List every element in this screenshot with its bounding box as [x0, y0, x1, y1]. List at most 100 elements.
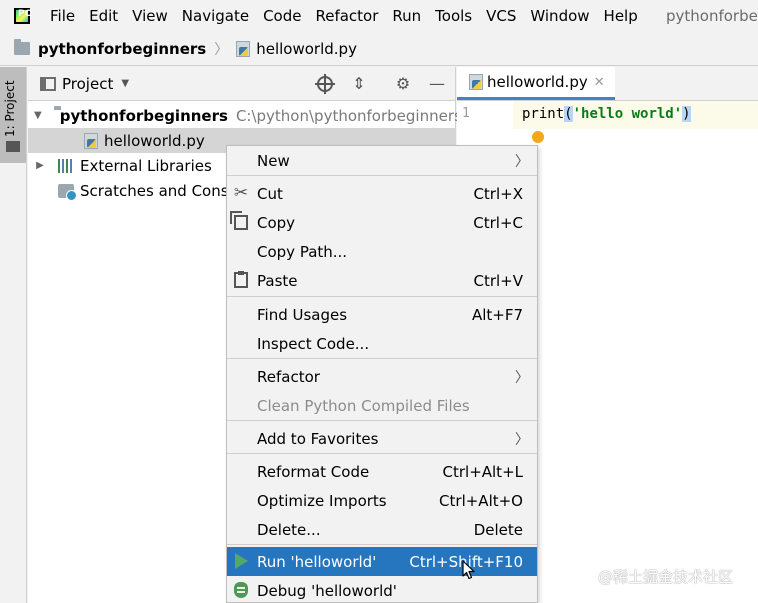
external-libraries-label: External Libraries — [80, 156, 212, 175]
python-file-icon — [236, 40, 251, 57]
panel-icon — [40, 76, 56, 91]
menu-separator — [227, 296, 537, 297]
scratches-icon — [58, 183, 77, 201]
context-menu: New 〉 ✂ Cut Ctrl+X Copy Ctrl+C Copy Path… — [226, 145, 538, 603]
left-tool-stripe: 1: Project — [0, 67, 27, 603]
editor-tab-bar: helloworld.py ✕ — [457, 67, 758, 101]
menu-item-new[interactable]: New 〉 — [227, 146, 537, 175]
folder-icon — [6, 141, 20, 152]
project-view-selector[interactable]: Project — [62, 75, 113, 93]
menu-item-label: Copy — [257, 213, 296, 232]
menu-item-label: Debug 'helloworld' — [257, 581, 397, 600]
bug-icon — [232, 581, 250, 599]
menu-run[interactable]: Run — [386, 7, 429, 25]
close-icon[interactable]: ✕ — [594, 75, 605, 90]
code-text[interactable]: print('hello world') — [522, 106, 691, 122]
chevron-right-icon: 〉 — [214, 41, 229, 58]
expand-arrow-icon[interactable]: ▼ — [34, 110, 42, 121]
locate-icon[interactable] — [315, 74, 335, 94]
menu-refactor[interactable]: Refactor — [309, 7, 386, 25]
submenu-arrow-icon: 〉 — [515, 431, 529, 448]
menu-separator — [227, 420, 537, 421]
menu-item-copy[interactable]: Copy Ctrl+C — [227, 208, 537, 237]
menu-item-inspect-code[interactable]: Inspect Code... — [227, 329, 537, 358]
scissors-icon: ✂ — [233, 183, 249, 203]
expand-arrow-icon[interactable]: ▶ — [34, 160, 46, 171]
code-string: 'hello world' — [572, 106, 683, 122]
menu-separator — [227, 453, 537, 454]
menu-item-shortcut: Ctrl+X — [473, 184, 523, 203]
menu-help[interactable]: Help — [598, 7, 646, 25]
tree-row-project-root[interactable]: ▼ pythonforbeginners C:\python\pythonfor… — [28, 103, 462, 128]
menu-item-label: Add to Favorites — [257, 429, 379, 448]
menu-item-shortcut: Alt+F7 — [471, 305, 523, 324]
editor-tab-helloworld[interactable]: helloworld.py ✕ — [457, 67, 615, 100]
pycharm-logo-icon: PC — [14, 8, 31, 24]
menu-navigate[interactable]: Navigate — [176, 7, 257, 25]
chevron-down-icon[interactable]: ▼ — [121, 78, 129, 89]
python-file-icon — [469, 74, 483, 90]
menu-bar: PC File Edit View Navigate Code Refactor… — [0, 0, 758, 32]
line-number: 1 — [462, 106, 470, 121]
project-root-name: pythonforbeginners — [59, 106, 228, 125]
menu-code[interactable]: Code — [257, 7, 309, 25]
menu-tools[interactable]: Tools — [429, 7, 480, 25]
menu-item-paste[interactable]: Paste Ctrl+V — [227, 266, 537, 295]
menu-item-debug[interactable]: Debug 'helloworld' — [227, 576, 537, 603]
clipboard-icon — [232, 271, 250, 289]
menu-file[interactable]: File — [44, 7, 83, 25]
menu-item-copy-path[interactable]: Copy Path... — [227, 237, 537, 266]
project-tool-tab[interactable]: 1: Project — [0, 67, 26, 163]
menu-item-label: Refactor — [257, 367, 320, 386]
window-title: pythonforbeginners — [666, 7, 758, 25]
menu-separator — [227, 175, 537, 176]
menu-item-clean-compiled: Clean Python Compiled Files — [227, 391, 537, 420]
project-panel-header: Project ▼ ⇕ ⚙ — — [28, 67, 455, 101]
menu-item-label: Copy Path... — [257, 242, 348, 261]
breadcrumb-project[interactable]: pythonforbeginners — [38, 40, 206, 58]
menu-item-cut[interactable]: ✂ Cut Ctrl+X — [227, 179, 537, 208]
play-icon — [232, 552, 250, 570]
menu-item-label: Find Usages — [257, 305, 348, 324]
hide-icon[interactable]: — — [428, 75, 446, 93]
project-tool-tab-label: 1: Project — [3, 80, 17, 137]
menu-item-label: New — [257, 151, 290, 170]
menu-item-shortcut: Ctrl+C — [473, 213, 523, 232]
menu-item-reformat-code[interactable]: Reformat Code Ctrl+Alt+L — [227, 457, 537, 486]
menu-item-label: Reformat Code — [257, 462, 370, 481]
menu-item-shortcut: Delete — [473, 520, 523, 539]
collapse-all-icon[interactable]: ⇕ — [350, 75, 368, 93]
libraries-icon — [58, 158, 74, 173]
menu-item-add-favorites[interactable]: Add to Favorites 〉 — [227, 424, 537, 453]
menu-item-refactor[interactable]: Refactor 〉 — [227, 362, 537, 391]
breadcrumb-file[interactable]: helloworld.py — [256, 40, 357, 58]
folder-icon — [14, 39, 30, 55]
menu-item-label: Paste — [257, 271, 298, 290]
menu-item-label: Run 'helloworld' — [257, 552, 377, 571]
menu-separator — [227, 544, 537, 545]
copy-icon — [230, 210, 250, 231]
menu-item-delete[interactable]: Delete... Delete — [227, 515, 537, 544]
navigation-bar: pythonforbeginners 〉 helloworld.py — [0, 32, 758, 66]
menu-item-label: Optimize Imports — [257, 491, 387, 510]
menu-edit[interactable]: Edit — [83, 7, 126, 25]
menu-vcs[interactable]: VCS — [480, 7, 524, 25]
menu-item-shortcut: Ctrl+Alt+O — [439, 491, 523, 510]
intention-bulb-icon[interactable] — [532, 131, 544, 143]
menu-item-shortcut: Ctrl+Alt+L — [442, 462, 524, 481]
code-function: print — [522, 106, 565, 122]
submenu-arrow-icon: 〉 — [515, 153, 529, 170]
gear-icon[interactable]: ⚙ — [394, 75, 412, 93]
code-line[interactable]: print('hello world') — [513, 101, 758, 129]
watermark: @稀土掘金技术社区 — [598, 568, 734, 586]
menu-window[interactable]: Window — [524, 7, 597, 25]
menu-view[interactable]: View — [126, 7, 176, 25]
menu-separator — [227, 358, 537, 359]
editor-tab-label: helloworld.py — [487, 73, 588, 91]
code-paren-close: ) — [682, 106, 691, 122]
file-name: helloworld.py — [104, 131, 205, 150]
menu-item-optimize-imports[interactable]: Optimize Imports Ctrl+Alt+O — [227, 486, 537, 515]
menu-item-run[interactable]: Run 'helloworld' Ctrl+Shift+F10 — [227, 547, 537, 576]
python-file-icon — [84, 132, 98, 149]
menu-item-find-usages[interactable]: Find Usages Alt+F7 — [227, 300, 537, 329]
